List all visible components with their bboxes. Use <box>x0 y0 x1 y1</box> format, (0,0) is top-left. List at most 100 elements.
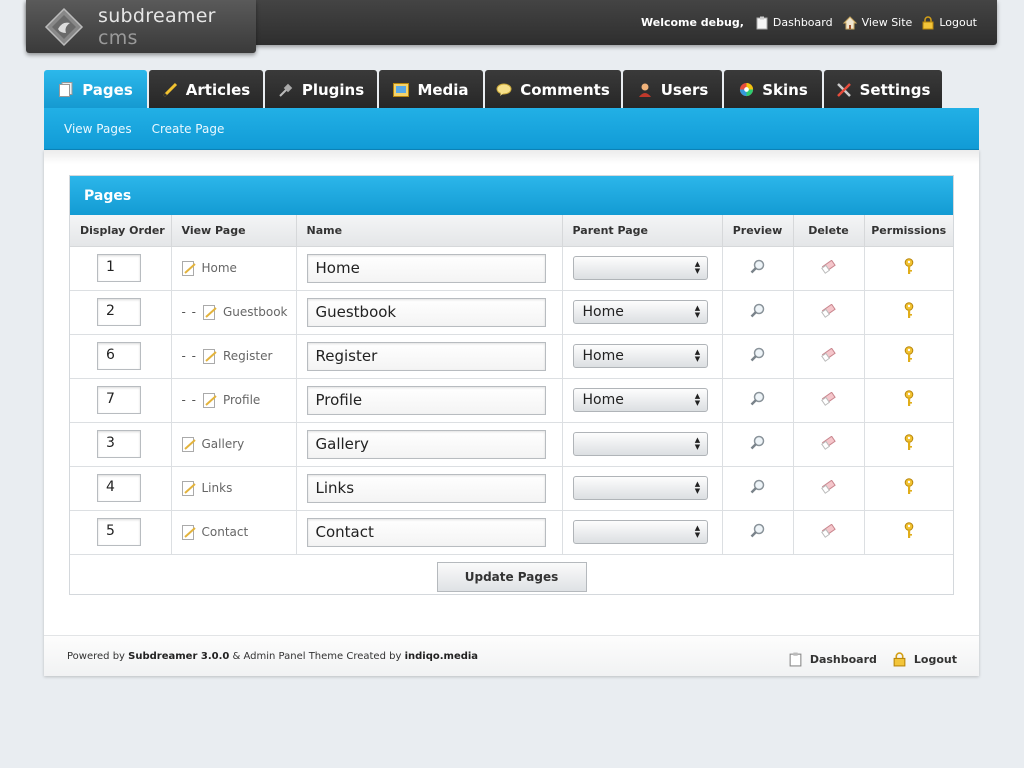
permissions-cell[interactable] <box>864 422 953 467</box>
eraser-icon <box>820 391 836 406</box>
parent-page-select[interactable]: ▲ ▼ <box>572 476 708 500</box>
page-name-input[interactable]: Profile <box>306 385 546 415</box>
view-page-link[interactable]: - - Register <box>172 348 296 364</box>
page-name-input[interactable]: Links <box>306 473 546 503</box>
parent-page-select[interactable]: Home ▲ ▼ <box>572 300 708 324</box>
magnifier-icon <box>750 347 764 361</box>
subnav-view-pages[interactable]: View Pages <box>64 122 132 136</box>
view-page-link[interactable]: Links <box>172 480 296 496</box>
name-cell: Profile <box>296 378 563 423</box>
top-links: Welcome debug, Dashboard View Site Logou… <box>641 0 977 45</box>
preview-cell[interactable] <box>722 246 794 291</box>
permissions-cell[interactable] <box>864 290 953 335</box>
delete-cell[interactable] <box>793 334 865 379</box>
parent-cell: ▲ ▼ <box>562 246 723 291</box>
col-name: Name <box>296 215 563 247</box>
top-link-logout[interactable]: Logout <box>922 15 977 30</box>
parent-page-select[interactable]: ▲ ▼ <box>572 256 708 280</box>
parent-page-select[interactable]: Home ▲ ▼ <box>572 388 708 412</box>
tab-articles[interactable]: Articles <box>149 70 263 109</box>
pages-box: Pages Display Order View Page Name Paren… <box>69 175 954 595</box>
sub-navigation: View Pages Create Page <box>44 108 979 150</box>
footer-credits: Powered by Subdreamer 3.0.0 & Admin Pane… <box>67 650 479 662</box>
page-name-input[interactable]: Register <box>306 341 546 371</box>
top-bar: subdreamer cms Welcome debug, Dashboard … <box>26 0 997 53</box>
permissions-cell[interactable] <box>864 378 953 423</box>
table-row: 7 - - Profile Profile Home ▲ ▼ <box>70 378 953 423</box>
subnav-create-page[interactable]: Create Page <box>152 122 225 136</box>
preview-cell[interactable] <box>722 290 794 335</box>
preview-cell[interactable] <box>722 466 794 511</box>
order-input[interactable]: 1 <box>97 254 141 282</box>
order-input[interactable]: 3 <box>97 430 141 458</box>
preview-cell[interactable] <box>722 422 794 467</box>
parent-page-select[interactable]: ▲ ▼ <box>572 432 708 456</box>
tab-skins[interactable]: Skins <box>724 70 822 109</box>
view-page-link[interactable]: Home <box>172 260 296 276</box>
order-cell: 2 <box>70 290 172 335</box>
order-input[interactable]: 5 <box>97 518 141 546</box>
view-page-link[interactable]: - - Profile <box>172 392 296 408</box>
magnifier-icon <box>750 391 764 405</box>
welcome-text: Welcome debug, <box>641 16 744 29</box>
parent-cell: ▲ ▼ <box>562 466 723 511</box>
tab-pages[interactable]: Pages <box>44 70 147 109</box>
page-name-input[interactable]: Home <box>306 253 546 283</box>
footer-dashboard-link[interactable]: Dashboard <box>789 652 877 667</box>
delete-cell[interactable] <box>793 510 865 555</box>
parent-page-select[interactable]: ▲ ▼ <box>572 520 708 544</box>
tab-plugins[interactable]: Plugins <box>265 70 377 109</box>
view-page-label: Home <box>201 261 237 275</box>
page-name-input[interactable]: Contact <box>306 517 546 547</box>
tab-users[interactable]: Users <box>623 70 722 109</box>
update-pages-button[interactable]: Update Pages <box>436 561 587 592</box>
table-row: 2 - - Guestbook Guestbook Home ▲ ▼ <box>70 290 953 335</box>
order-input[interactable]: 2 <box>97 298 141 326</box>
delete-cell[interactable] <box>793 422 865 467</box>
view-page-cell: - - Guestbook <box>171 290 297 335</box>
permissions-cell[interactable] <box>864 246 953 291</box>
page-name-input[interactable]: Gallery <box>306 429 546 459</box>
page-name-input[interactable]: Guestbook <box>306 297 546 327</box>
permissions-cell[interactable] <box>864 510 953 555</box>
order-cell: 6 <box>70 334 172 379</box>
order-input[interactable]: 4 <box>97 474 141 502</box>
pages-box-title: Pages <box>70 176 953 215</box>
key-icon <box>904 434 914 450</box>
view-page-link[interactable]: - - Guestbook <box>172 304 296 320</box>
preview-cell[interactable] <box>722 334 794 379</box>
preview-cell[interactable] <box>722 510 794 555</box>
view-page-link[interactable]: Gallery <box>172 436 296 452</box>
name-cell: Gallery <box>296 422 563 467</box>
permissions-cell[interactable] <box>864 334 953 379</box>
preview-cell[interactable] <box>722 378 794 423</box>
order-input[interactable]: 6 <box>97 342 141 370</box>
tab-settings[interactable]: Settings <box>824 70 942 109</box>
logo[interactable]: subdreamer cms <box>26 0 256 53</box>
order-cell: 1 <box>70 246 172 291</box>
top-link-view-site[interactable]: View Site <box>842 15 912 30</box>
eraser-icon <box>820 435 836 450</box>
page-edit-icon <box>181 480 196 496</box>
eraser-icon <box>820 347 836 362</box>
view-page-link[interactable]: Contact <box>172 524 296 540</box>
tab-media[interactable]: Media <box>379 70 483 109</box>
view-page-label: Guestbook <box>222 305 288 319</box>
select-arrows-icon: ▲ ▼ <box>694 348 701 363</box>
parent-page-select[interactable]: Home ▲ ▼ <box>572 344 708 368</box>
top-link-dashboard[interactable]: Dashboard <box>756 16 833 30</box>
order-input[interactable]: 7 <box>97 386 141 414</box>
indent-marker: - - <box>181 305 197 319</box>
permissions-cell[interactable] <box>864 466 953 511</box>
order-cell: 3 <box>70 422 172 467</box>
footer-logout-link[interactable]: Logout <box>893 651 957 667</box>
delete-cell[interactable] <box>793 466 865 511</box>
logo-mark-icon <box>44 7 84 47</box>
delete-cell[interactable] <box>793 378 865 423</box>
view-page-cell: Gallery <box>171 422 297 467</box>
eraser-icon <box>820 523 836 538</box>
delete-cell[interactable] <box>793 290 865 335</box>
delete-cell[interactable] <box>793 246 865 291</box>
indent-marker: - - <box>181 349 197 363</box>
tab-comments[interactable]: Comments <box>485 70 621 109</box>
